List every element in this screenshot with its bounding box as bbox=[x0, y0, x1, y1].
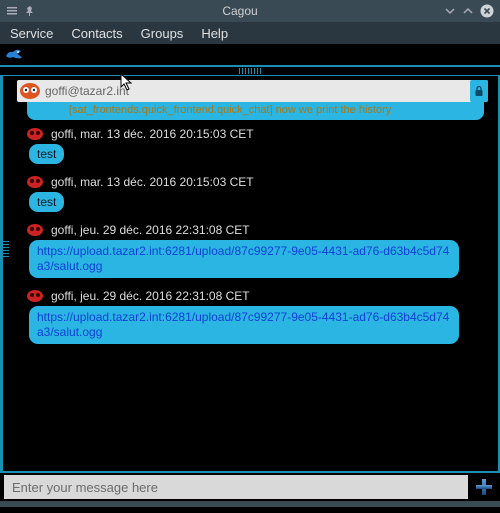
message-header: goffi, mar. 13 déc. 2016 20:15:03 CET bbox=[25, 174, 484, 190]
toolbar bbox=[0, 44, 500, 66]
message-block: goffi, jeu. 29 déc. 2016 22:31:08 CET htt… bbox=[25, 288, 484, 344]
message-header: goffi, jeu. 29 déc. 2016 22:31:08 CET bbox=[25, 222, 484, 238]
app-bird-icon[interactable] bbox=[4, 46, 24, 64]
avatar-icon bbox=[25, 174, 45, 190]
message-block: goffi, mar. 13 déc. 2016 20:15:03 CET tes… bbox=[25, 174, 484, 212]
avatar-icon bbox=[25, 126, 45, 142]
window-title: Cagou bbox=[36, 4, 444, 18]
message-header: goffi, jeu. 29 déc. 2016 22:31:08 CET bbox=[25, 288, 484, 304]
contact-header: goffi@tazar2.int bbox=[17, 80, 488, 102]
history-notice: [sat_frontends.quick_frontend.quick_chat… bbox=[27, 102, 484, 120]
message-meta: goffi, jeu. 29 déc. 2016 22:31:08 CET bbox=[51, 223, 250, 237]
message-link[interactable]: https://upload.tazar2.int:6281/upload/87… bbox=[29, 240, 459, 278]
menu-service[interactable]: Service bbox=[10, 26, 53, 41]
maximize-button[interactable] bbox=[462, 5, 474, 17]
menu-help[interactable]: Help bbox=[201, 26, 228, 41]
message-meta: goffi, mar. 13 déc. 2016 20:15:03 CET bbox=[51, 127, 254, 141]
menubar: Service Contacts Groups Help bbox=[0, 22, 500, 44]
message-list: goffi, mar. 13 déc. 2016 20:15:03 CET tes… bbox=[3, 120, 498, 344]
app-menu-icon[interactable] bbox=[6, 5, 18, 17]
close-button[interactable] bbox=[480, 4, 494, 18]
contact-jid: goffi@tazar2.int bbox=[43, 84, 470, 98]
window-bottom-border bbox=[0, 501, 500, 507]
message-bubble: test bbox=[29, 144, 64, 164]
minimize-button[interactable] bbox=[444, 5, 456, 17]
side-grip[interactable] bbox=[3, 226, 9, 272]
titlebar: Cagou bbox=[0, 0, 500, 22]
message-block: goffi, mar. 13 déc. 2016 20:15:03 CET tes… bbox=[25, 126, 484, 164]
chat-area: goffi@tazar2.int [sat_frontends.quick_fr… bbox=[0, 76, 500, 471]
message-bubble: test bbox=[29, 192, 64, 212]
message-meta: goffi, mar. 13 déc. 2016 20:15:03 CET bbox=[51, 175, 254, 189]
history-notice-text: [sat_frontends.quick_frontend.quick_chat… bbox=[69, 104, 391, 116]
tab-handle[interactable] bbox=[0, 66, 500, 76]
pin-icon[interactable] bbox=[24, 5, 36, 17]
add-button[interactable] bbox=[472, 475, 496, 499]
avatar-icon bbox=[25, 222, 45, 238]
message-link[interactable]: https://upload.tazar2.int:6281/upload/87… bbox=[29, 306, 459, 344]
menu-groups[interactable]: Groups bbox=[141, 26, 184, 41]
message-input[interactable] bbox=[4, 475, 468, 499]
avatar-icon bbox=[25, 288, 45, 304]
lock-icon[interactable] bbox=[470, 80, 488, 102]
composer bbox=[0, 471, 500, 501]
contact-avatar-icon bbox=[17, 80, 43, 102]
message-block: goffi, jeu. 29 déc. 2016 22:31:08 CET htt… bbox=[25, 222, 484, 278]
message-header: goffi, mar. 13 déc. 2016 20:15:03 CET bbox=[25, 126, 484, 142]
message-meta: goffi, jeu. 29 déc. 2016 22:31:08 CET bbox=[51, 289, 250, 303]
menu-contacts[interactable]: Contacts bbox=[71, 26, 122, 41]
